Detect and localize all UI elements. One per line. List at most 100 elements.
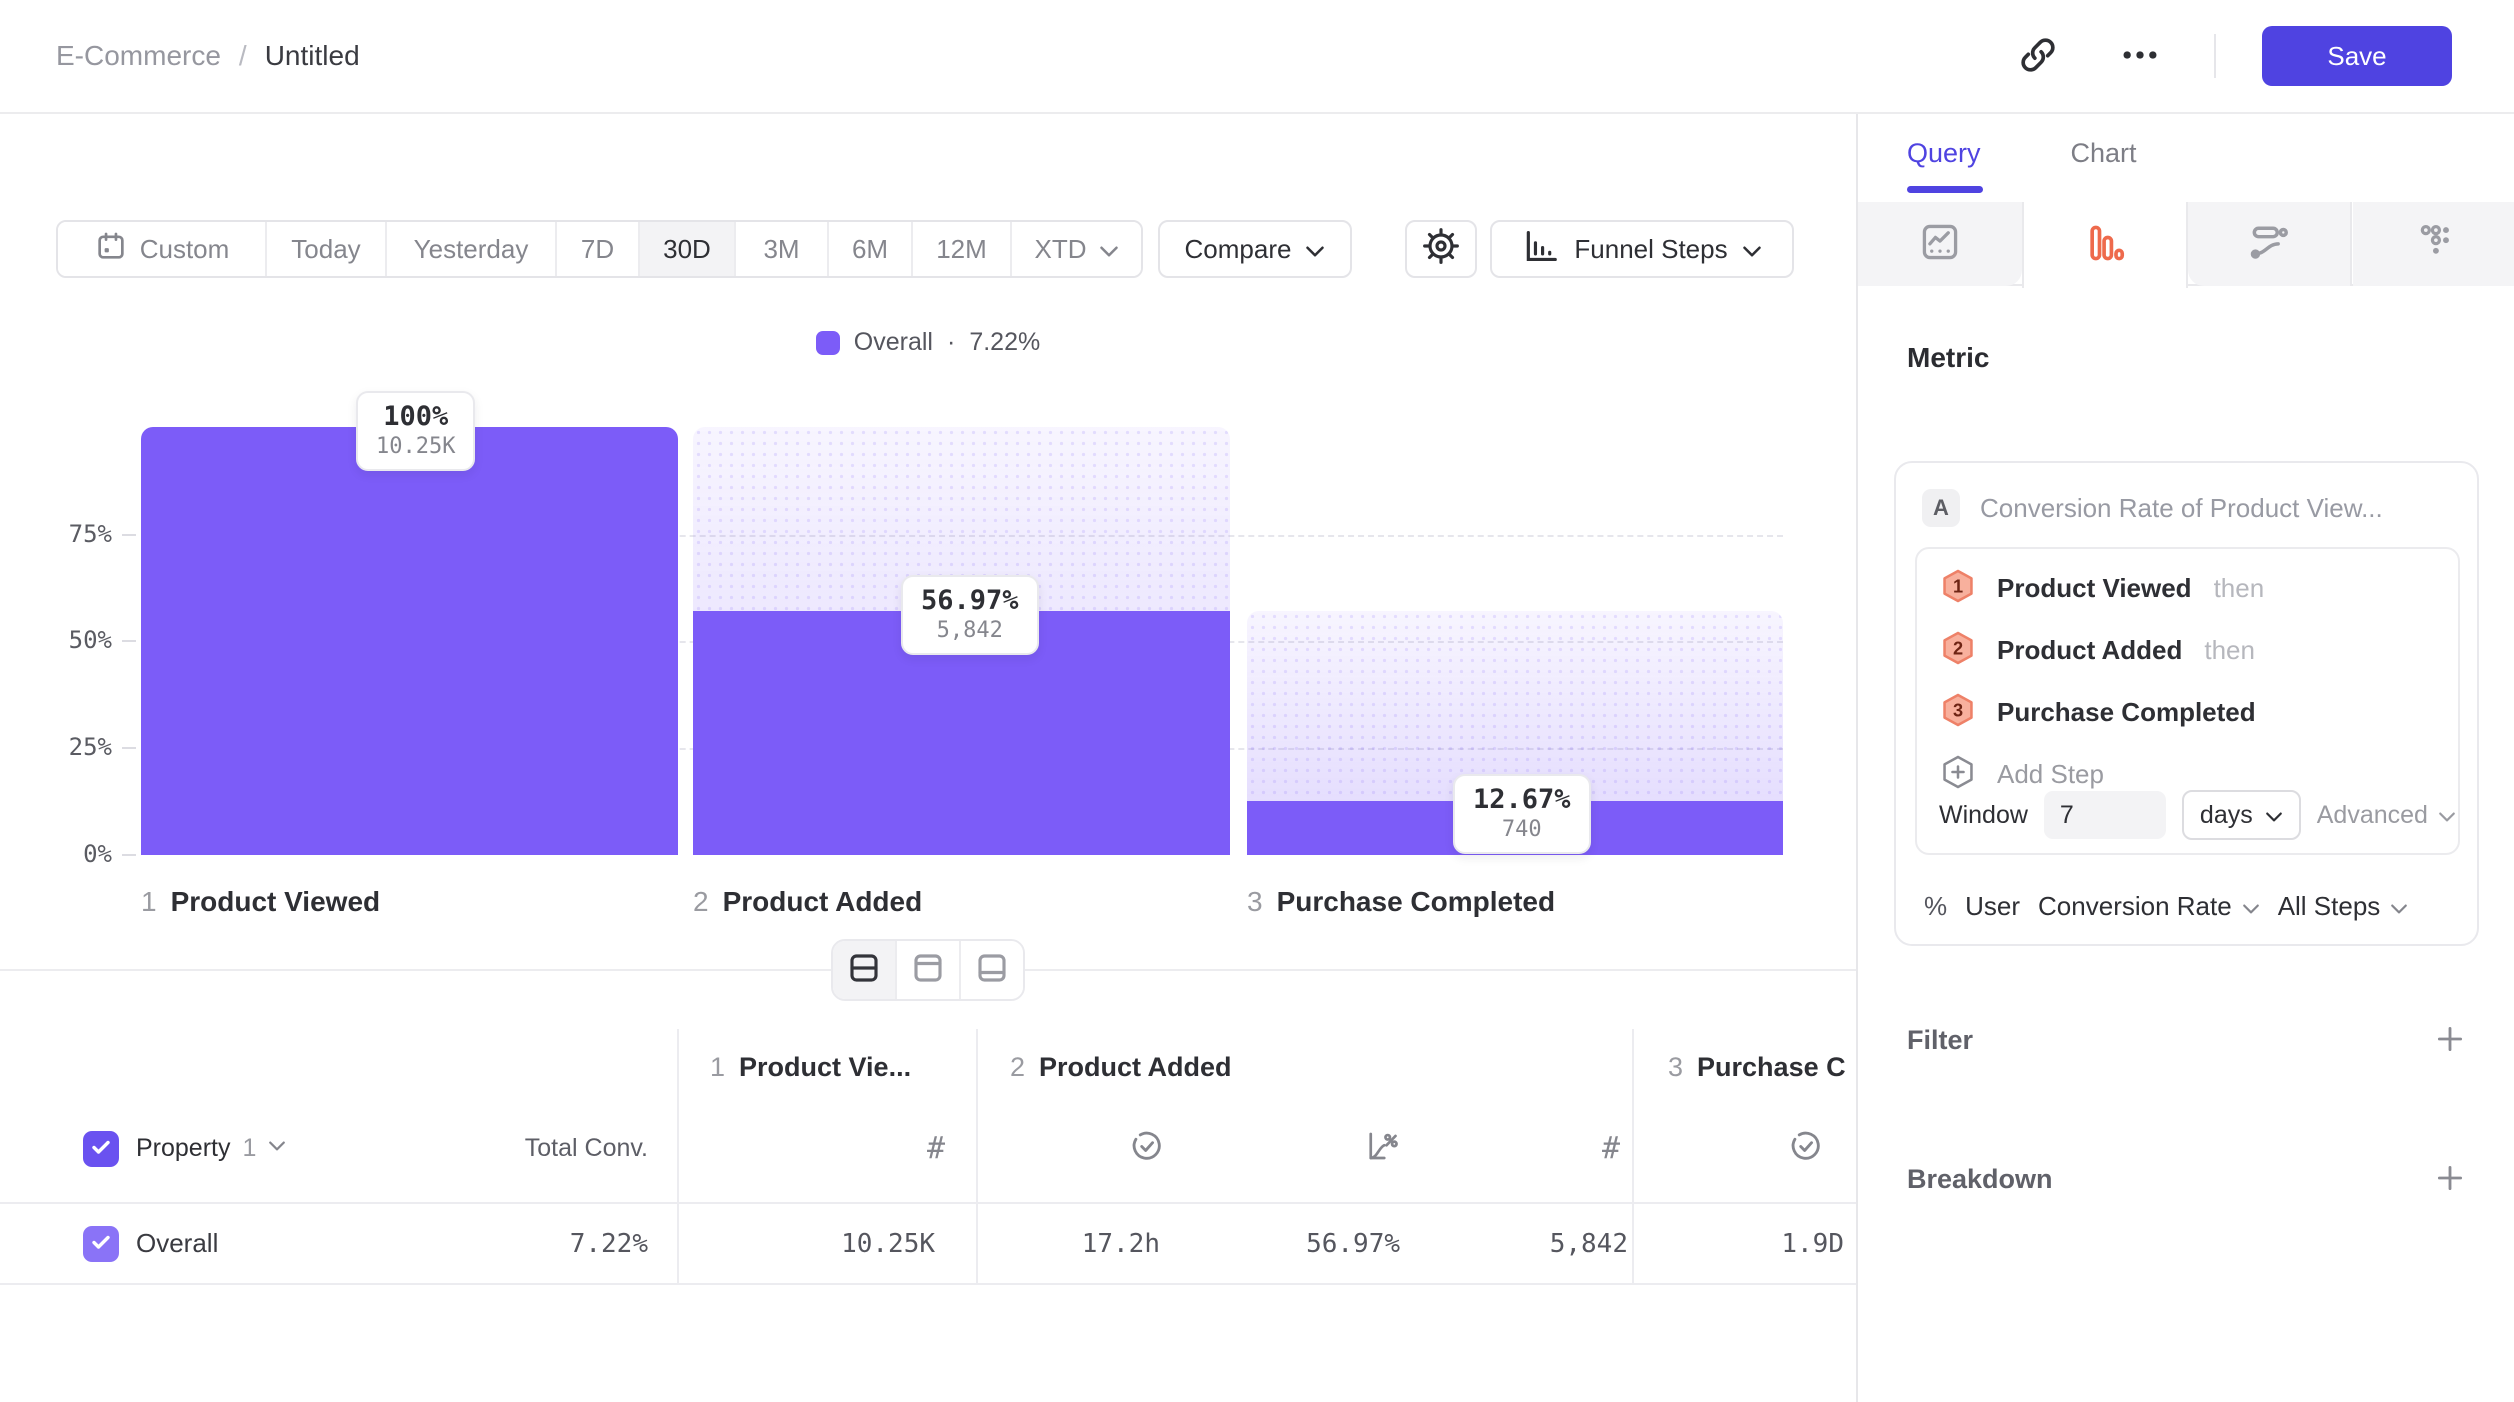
date-range-label: 12M — [936, 234, 987, 265]
chart-settings-button[interactable] — [1405, 220, 1477, 278]
property-selector[interactable]: Property 1 — [136, 1094, 286, 1202]
date-range-yesterday[interactable]: Yesterday — [385, 222, 555, 276]
y-tick-25: 25% — [0, 733, 112, 761]
row-checkbox[interactable] — [83, 1226, 119, 1262]
date-range-custom[interactable]: Custom — [58, 222, 265, 276]
layout-toggle-group — [831, 939, 1025, 1001]
breadcrumb: E-Commerce / Untitled — [56, 40, 360, 72]
metric-card-header[interactable]: A Conversion Rate of Product View... — [1896, 463, 2477, 527]
chevron-down-icon — [1099, 234, 1119, 265]
tab-query[interactable]: Query — [1907, 138, 1981, 169]
measure-metric-label: Conversion Rate — [2038, 891, 2232, 922]
analysis-type-funnels-active[interactable] — [2022, 202, 2188, 288]
chart-view-label: Funnel Steps — [1574, 234, 1727, 265]
add-breakdown-button[interactable] — [2433, 1161, 2467, 1198]
date-range-7d[interactable]: 7D — [555, 222, 638, 276]
topbar-divider — [2214, 34, 2216, 78]
cell-step1-uniques: 10.25K — [735, 1204, 935, 1283]
row-name: Overall — [136, 1204, 218, 1283]
measure-scope-selector[interactable]: All Steps — [2278, 891, 2409, 922]
layout-chart-toggle[interactable] — [895, 941, 959, 999]
step-event-name: Product Added — [1997, 635, 2182, 666]
select-all-checkbox[interactable] — [83, 1131, 119, 1167]
step-number: 1 — [141, 886, 157, 918]
conversion-count: 10.25K — [376, 434, 455, 459]
svg-text:3: 3 — [1953, 700, 1963, 720]
date-range-3m[interactable]: 3M — [734, 222, 827, 276]
date-range-today[interactable]: Today — [265, 222, 385, 276]
step3-avg-time-column-header[interactable] — [1624, 1094, 1824, 1202]
step2-conv-rate-column-header[interactable] — [1185, 1094, 1400, 1202]
group-label: Product Added — [1039, 1052, 1232, 1083]
conversion-count: 5,842 — [921, 618, 1019, 643]
filter-section: Filter — [1907, 1022, 2467, 1059]
funnel-bar-step1[interactable] — [141, 427, 678, 855]
clock-check-icon — [1788, 1128, 1824, 1169]
property-index: 1 — [242, 1134, 256, 1163]
chart-legend[interactable]: Overall · 7.22% — [0, 328, 1856, 357]
table-group-header-step3: 3 Purchase C — [1668, 1052, 1846, 1083]
date-range-12m[interactable]: 12M — [911, 222, 1010, 276]
date-range-xtd[interactable]: XTD — [1010, 222, 1141, 276]
add-step-label: Add Step — [1997, 759, 2104, 790]
date-range-30d-active[interactable]: 30D — [638, 222, 734, 276]
step2-avg-time-column-header[interactable] — [950, 1094, 1165, 1202]
layout-table-toggle[interactable] — [959, 941, 1023, 999]
chevron-down-icon — [1742, 234, 1762, 265]
step1-uniques-column-header[interactable]: # — [735, 1094, 945, 1202]
x-axis-step2-label: 2 Product Added — [693, 886, 922, 918]
split-layout-icon — [846, 950, 882, 991]
conversion-pct: 12.67% — [1473, 784, 1571, 815]
conversion-pct: 56.97% — [921, 585, 1019, 616]
funnel-step-3[interactable]: 3 Purchase Completed — [1917, 681, 2458, 743]
plus-icon — [2433, 1161, 2467, 1198]
bar-value-label-step3: 12.67% 740 — [1453, 774, 1591, 854]
window-unit-selector[interactable]: days — [2182, 790, 2301, 840]
funnel-bars-icon — [1522, 227, 1560, 272]
layout-split-toggle[interactable] — [833, 941, 895, 999]
funnel-step-1[interactable]: 1 Product Viewed then — [1917, 557, 2458, 619]
chevron-down-icon — [2390, 891, 2408, 922]
save-button[interactable]: Save — [2262, 26, 2452, 86]
analysis-type-flows[interactable] — [2188, 202, 2352, 286]
breadcrumb-parent[interactable]: E-Commerce — [56, 40, 221, 72]
total-conversion-header[interactable]: Total Conv. — [420, 1094, 648, 1202]
step2-uniques-column-header[interactable]: # — [1405, 1094, 1620, 1202]
more-options-button[interactable] — [2112, 28, 2168, 84]
breadcrumb-current[interactable]: Untitled — [265, 40, 360, 72]
query-builder-panel: Query Chart — [1856, 114, 2514, 1402]
measure-row: % User Conversion Rate All Steps — [1924, 891, 2408, 922]
tab-chart[interactable]: Chart — [2071, 138, 2137, 169]
add-filter-button[interactable] — [2433, 1022, 2467, 1059]
step-event-name: Purchase Completed — [1997, 697, 2256, 728]
measure-entity[interactable]: User — [1965, 891, 2020, 922]
plus-icon — [2433, 1022, 2467, 1059]
step-number: 3 — [1247, 886, 1263, 918]
x-axis-step3-label: 3 Purchase Completed — [1247, 886, 1555, 918]
date-range-label: XTD — [1035, 234, 1087, 265]
advanced-toggle[interactable]: Advanced — [2317, 801, 2456, 830]
chart-percent-icon — [1364, 1128, 1400, 1169]
top-bar: E-Commerce / Untitled — [0, 0, 2514, 114]
share-link-button[interactable] — [2010, 28, 2066, 84]
retention-dots-icon — [2413, 220, 2457, 269]
breadcrumb-separator: / — [239, 40, 247, 72]
breakdown-label: Breakdown — [1907, 1164, 2053, 1195]
hash-icon: # — [1602, 1131, 1620, 1166]
window-value-input[interactable] — [2044, 791, 2166, 839]
analysis-type-insights[interactable] — [1858, 202, 2022, 286]
y-tickmark — [122, 854, 136, 856]
funnel-step-2[interactable]: 2 Product Added then — [1917, 619, 2458, 681]
analysis-type-retention[interactable] — [2353, 202, 2514, 286]
compare-button[interactable]: Compare — [1158, 220, 1352, 278]
date-range-6m[interactable]: 6M — [827, 222, 911, 276]
chevron-down-icon — [268, 1139, 286, 1157]
conversion-window-row: Window days Advanced — [1917, 787, 2458, 843]
table-row-overall[interactable]: Overall 7.22% 10.25K 17.2h 56.97% 5,842 … — [0, 1204, 1856, 1285]
group-number: 3 — [1668, 1052, 1683, 1083]
window-unit-label: days — [2200, 801, 2253, 830]
x-axis-step1-label: 1 Product Viewed — [141, 886, 380, 918]
chart-view-selector[interactable]: Funnel Steps — [1490, 220, 1794, 278]
measure-metric-selector[interactable]: Conversion Rate — [2038, 891, 2260, 922]
y-tick-50: 50% — [0, 626, 112, 654]
